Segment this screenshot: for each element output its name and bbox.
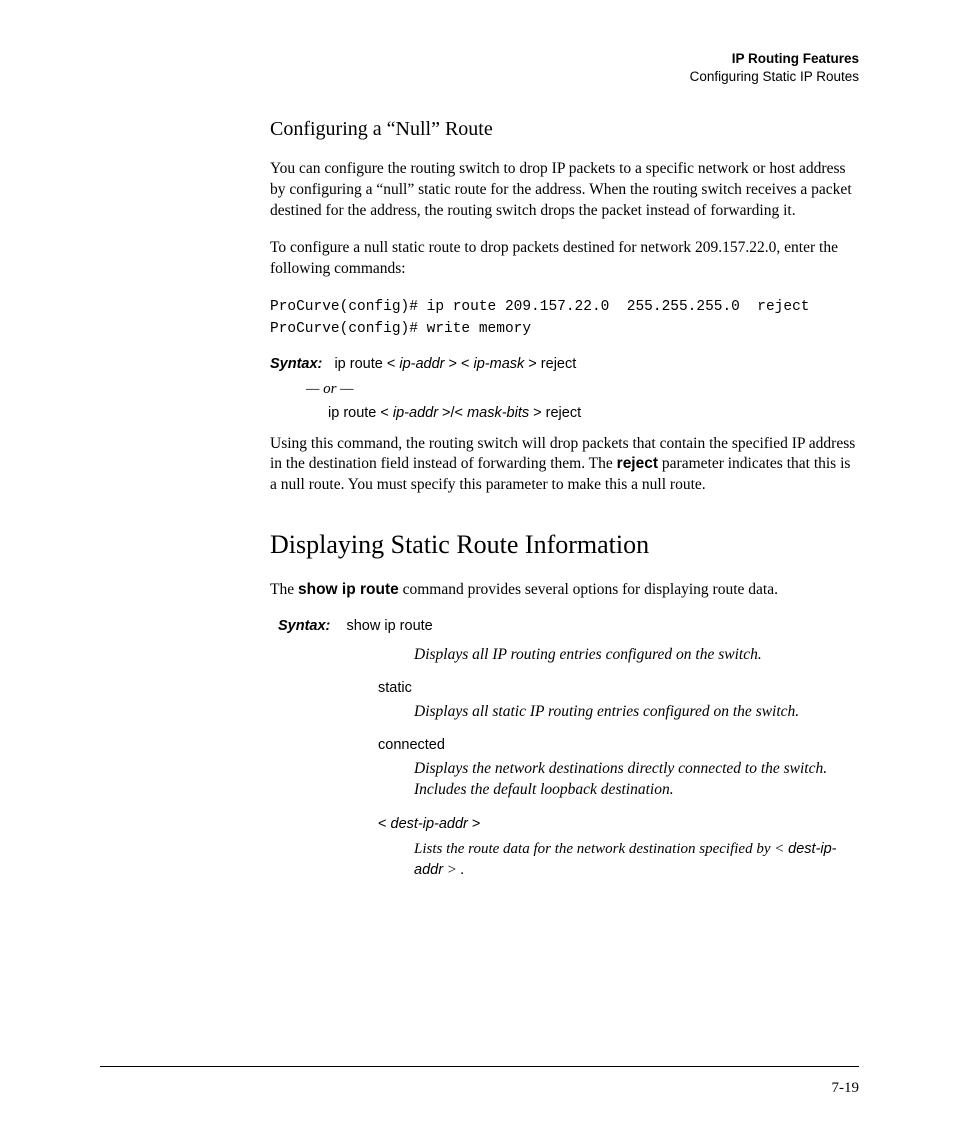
paragraph: You can configure the routing switch to …: [270, 159, 859, 222]
body-column: Configuring a “Null” Route You can confi…: [270, 110, 859, 895]
syntax-text: > <: [444, 356, 473, 372]
paragraph: The show ip route command provides sever…: [270, 580, 859, 601]
text-run: Lists the route data for the network des…: [414, 841, 788, 857]
syntax-text: > reject: [524, 356, 576, 372]
syntax-arg: mask-bits: [467, 405, 529, 421]
code-block: ProCurve(config)# ip route 209.157.22.0 …: [270, 296, 859, 341]
syntax-text: <: [378, 816, 391, 832]
syntax-arg: ip-addr: [399, 356, 444, 372]
running-header: IP Routing Features Configuring Static I…: [690, 50, 859, 86]
option-desc: Displays all static IP routing entries c…: [414, 702, 859, 723]
subsection-title-null-route: Configuring a “Null” Route: [270, 118, 859, 141]
syntax-block: Syntax: show ip route Displays all IP ro…: [278, 617, 859, 881]
keyword-reject: reject: [617, 455, 658, 472]
paragraph: To configure a null static route to drop…: [270, 238, 859, 280]
option-keyword-dest-ip: < dest-ip-addr >: [378, 815, 859, 833]
syntax-options: Displays all IP routing entries configur…: [378, 645, 859, 881]
text-run: The: [270, 581, 298, 598]
syntax-text: [334, 618, 346, 634]
syntax-command: show ip route: [346, 618, 432, 634]
page-number: 7-19: [832, 1080, 860, 1097]
or-separator: — or —: [306, 381, 859, 398]
option-keyword-connected: connected: [378, 737, 859, 753]
syntax-arg: ip-addr: [393, 405, 438, 421]
syntax-text: ip route <: [328, 405, 393, 421]
header-chapter: IP Routing Features: [690, 50, 859, 68]
syntax-arg: ip-mask: [474, 356, 525, 372]
option-desc: Displays all IP routing entries configur…: [414, 645, 859, 666]
option-desc: Lists the route data for the network des…: [414, 839, 859, 881]
syntax-label: Syntax:: [270, 356, 322, 372]
section-title-display-static: Displaying Static Route Information: [270, 530, 859, 560]
option-desc: Displays the network destinations direct…: [414, 759, 859, 801]
text-run: > .: [443, 862, 464, 878]
text-run: command provides several options for dis…: [399, 581, 778, 598]
syntax-text: ip route <: [334, 356, 399, 372]
syntax-text: >/<: [438, 405, 467, 421]
syntax-arg: dest-ip-addr: [391, 816, 468, 832]
syntax-text: > reject: [529, 405, 581, 421]
option-keyword-static: static: [378, 680, 859, 696]
syntax-label: Syntax:: [278, 618, 330, 634]
header-section: Configuring Static IP Routes: [690, 68, 859, 86]
syntax-text: >: [468, 816, 481, 832]
paragraph: Using this command, the routing switch w…: [270, 434, 859, 497]
footer-rule: [100, 1066, 859, 1067]
syntax-block: Syntax: ip route < ip-addr > < ip-mask >…: [270, 355, 859, 422]
command-show-ip-route: show ip route: [298, 581, 399, 598]
